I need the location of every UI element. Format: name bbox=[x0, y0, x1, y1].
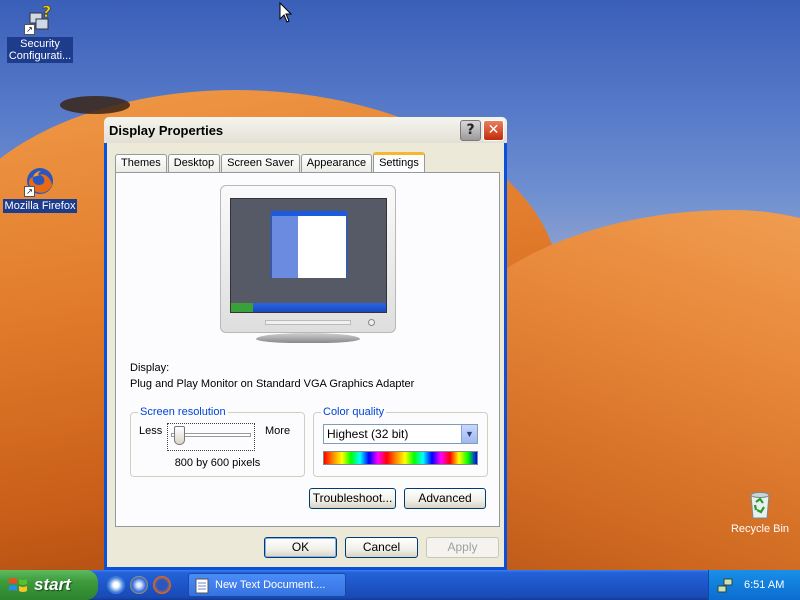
shortcut-arrow-icon: ↗ bbox=[24, 186, 35, 197]
monitor-slot bbox=[265, 320, 351, 325]
troubleshoot-button[interactable]: Troubleshoot... bbox=[309, 488, 396, 509]
tab-screen-saver[interactable]: Screen Saver bbox=[221, 154, 300, 172]
clock[interactable]: 6:51 AM bbox=[744, 570, 784, 600]
preview-window bbox=[271, 211, 347, 278]
firefox-quicklaunch-icon[interactable] bbox=[153, 576, 171, 594]
monitor-power-led bbox=[368, 319, 375, 326]
security-configuration-icon: ? ↗ bbox=[24, 2, 56, 35]
desktop-icon-recycle-bin[interactable]: Recycle Bin bbox=[722, 488, 798, 536]
desktop-icon-label: Recycle Bin bbox=[730, 523, 790, 535]
firefox-icon: ↗ bbox=[24, 165, 56, 197]
tab-appearance[interactable]: Appearance bbox=[300, 154, 373, 172]
notepad-icon bbox=[195, 578, 209, 594]
monitor-preview bbox=[220, 185, 398, 343]
dialog-title: Display Properties bbox=[109, 122, 224, 138]
color-spectrum-bar bbox=[323, 451, 478, 465]
monitor-stand bbox=[256, 333, 360, 343]
display-adapter-text: Plug and Play Monitor on Standard VGA Gr… bbox=[130, 378, 415, 390]
recycle-bin-icon bbox=[744, 488, 776, 520]
color-quality-value: Highest (32 bit) bbox=[327, 427, 409, 441]
troubleshoot-label: Troubleshoot... bbox=[312, 491, 393, 505]
mouse-cursor-icon bbox=[279, 2, 293, 23]
internet-explorer-icon[interactable] bbox=[130, 576, 148, 594]
display-properties-dialog: Display Properties ? ✕ Themes Desktop Sc… bbox=[104, 117, 507, 570]
desktop-icon-label: Mozilla Firefox bbox=[2, 199, 78, 213]
color-quality-group: Color quality Highest (32 bit) ▼ bbox=[313, 406, 488, 477]
advanced-label: Advanced bbox=[418, 491, 472, 505]
preview-taskbar bbox=[231, 303, 386, 312]
color-quality-legend: Color quality bbox=[321, 406, 387, 418]
svg-text:?: ? bbox=[42, 3, 51, 21]
more-label: More bbox=[265, 425, 291, 437]
screen-resolution-group: Screen resolution Less More 800 by 600 p… bbox=[130, 406, 305, 477]
tab-strip: Themes Desktop Screen Saver Appearance S… bbox=[115, 151, 426, 173]
color-quality-select[interactable]: Highest (32 bit) ▼ bbox=[323, 424, 478, 444]
resolution-slider[interactable] bbox=[167, 423, 255, 451]
monitor-icon bbox=[220, 185, 396, 333]
ok-button[interactable]: OK bbox=[264, 537, 337, 558]
close-button[interactable]: ✕ bbox=[483, 119, 504, 141]
taskbar-item-text-document[interactable]: New Text Document.... bbox=[188, 573, 346, 597]
network-icon[interactable] bbox=[717, 577, 733, 593]
desktop-icon-label: Security Configurati... bbox=[6, 37, 74, 63]
slider-thumb[interactable] bbox=[174, 426, 185, 445]
less-label: Less bbox=[139, 425, 163, 437]
shortcut-arrow-icon: ↗ bbox=[24, 24, 35, 35]
ok-label: OK bbox=[291, 540, 310, 554]
show-desktop-icon[interactable] bbox=[107, 576, 125, 594]
settings-panel: Display: Plug and Play Monitor on Standa… bbox=[115, 172, 500, 527]
apply-button[interactable]: Apply bbox=[426, 537, 499, 558]
help-button[interactable]: ? bbox=[460, 119, 481, 141]
resolution-value: 800 by 600 pixels bbox=[174, 457, 261, 469]
tab-settings[interactable]: Settings bbox=[373, 152, 425, 173]
system-tray: 6:51 AM bbox=[708, 570, 800, 600]
taskbar-item-label: New Text Document.... bbox=[215, 579, 326, 591]
screen-resolution-legend: Screen resolution bbox=[138, 406, 228, 418]
desktop-icon-firefox[interactable]: ↗ Mozilla Firefox bbox=[2, 165, 78, 213]
cancel-label: Cancel bbox=[362, 540, 401, 554]
dialog-title-bar[interactable]: Display Properties ? ✕ bbox=[104, 117, 507, 143]
windows-logo-icon bbox=[9, 578, 27, 592]
desktop-icon-security-configuration[interactable]: ? ↗ Security Configurati... bbox=[2, 2, 78, 63]
dialog-client-area: Themes Desktop Screen Saver Appearance S… bbox=[107, 143, 504, 567]
cancel-button[interactable]: Cancel bbox=[345, 537, 418, 558]
start-button[interactable]: start bbox=[0, 570, 98, 600]
display-label: Display: bbox=[130, 362, 170, 374]
tab-desktop[interactable]: Desktop bbox=[167, 154, 221, 172]
chevron-down-icon[interactable]: ▼ bbox=[461, 425, 477, 443]
advanced-button[interactable]: Advanced bbox=[404, 488, 486, 509]
apply-label: Apply bbox=[447, 540, 478, 554]
wallpaper-shadow bbox=[60, 96, 130, 114]
taskbar: start New Text Document.... 6:51 AM bbox=[0, 570, 800, 600]
monitor-screen-preview bbox=[230, 198, 387, 313]
start-label: start bbox=[34, 575, 71, 594]
tab-themes[interactable]: Themes bbox=[115, 154, 167, 172]
